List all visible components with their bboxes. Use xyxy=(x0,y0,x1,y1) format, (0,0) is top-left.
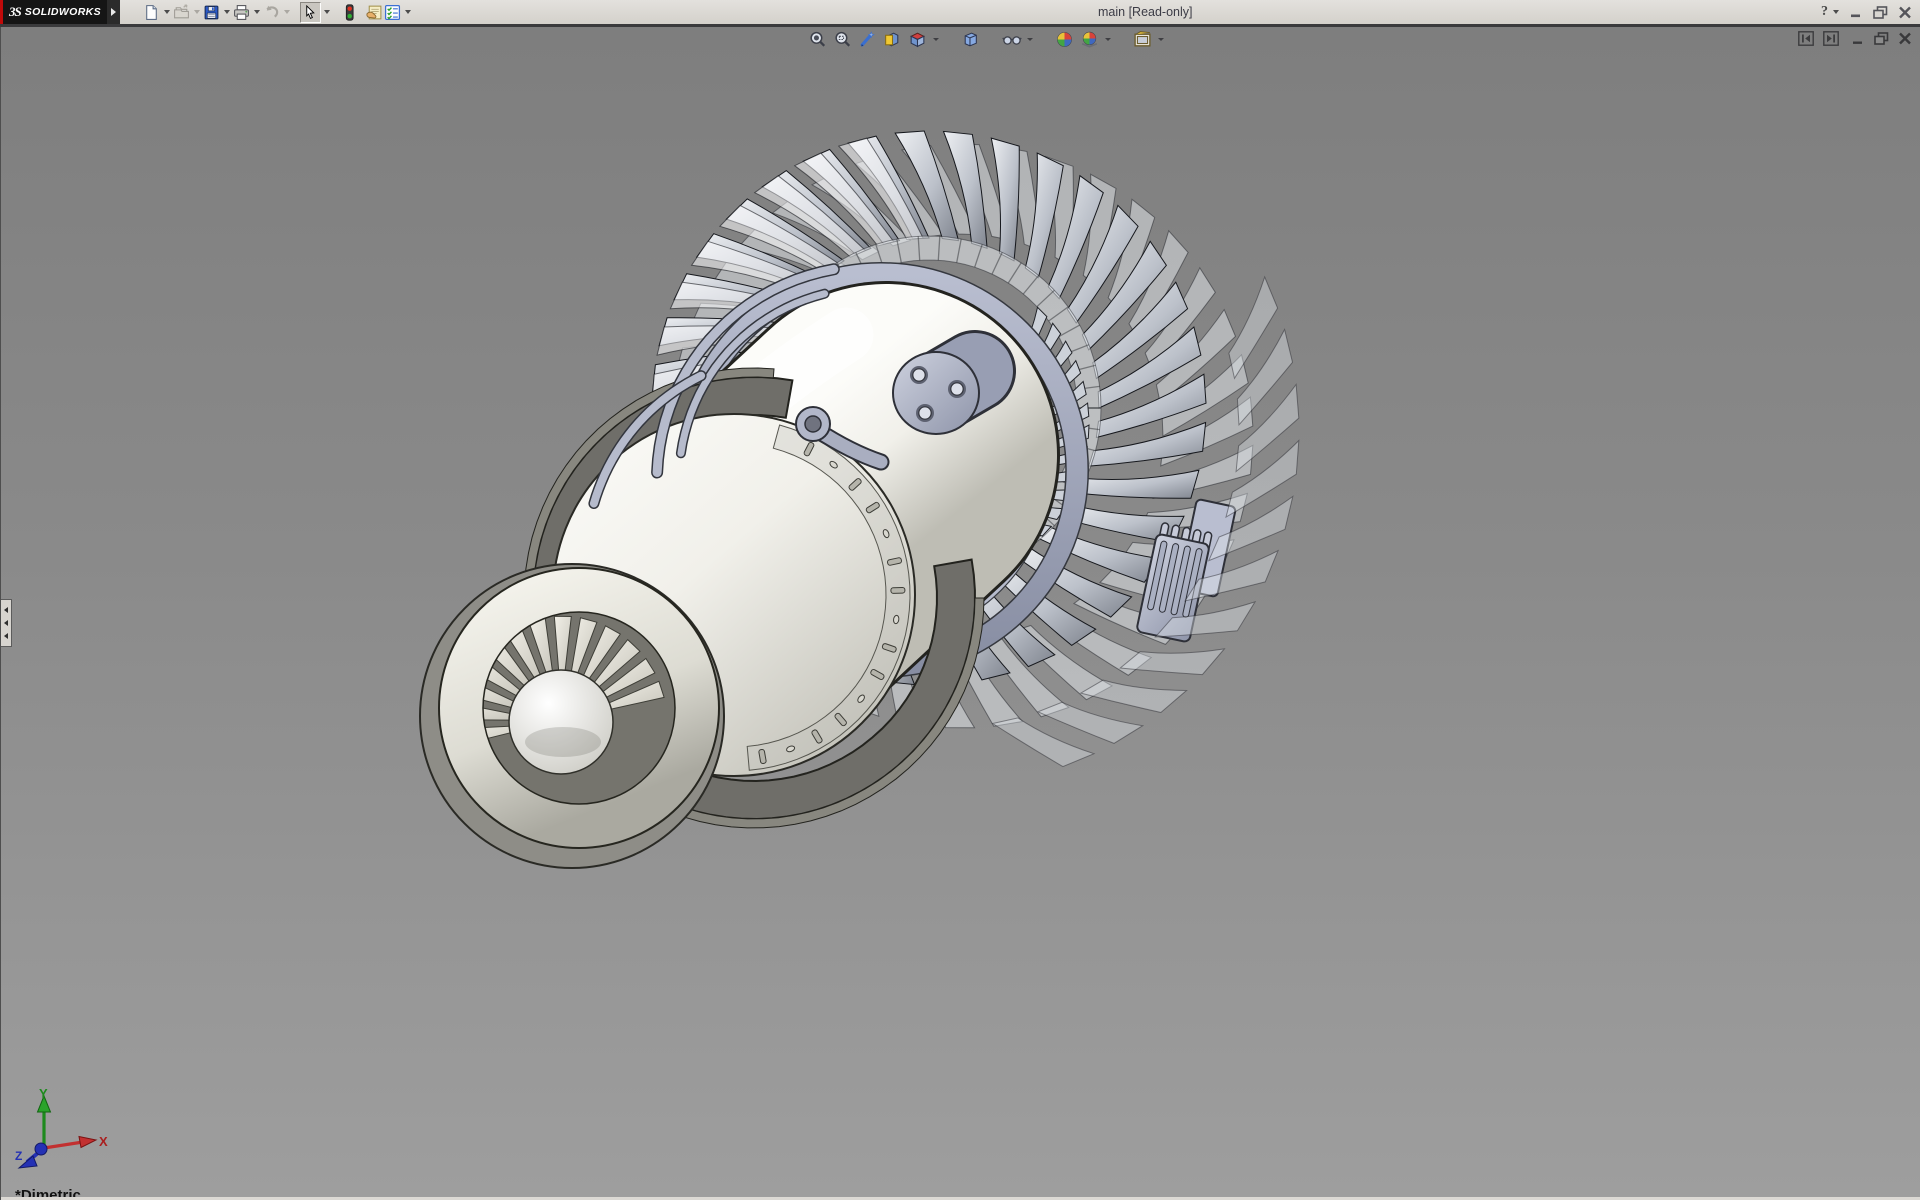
save-button[interactable] xyxy=(202,3,221,22)
restore-button[interactable] xyxy=(1872,4,1889,20)
display-style-button[interactable] xyxy=(960,29,981,49)
edit-appearance-button[interactable] xyxy=(1054,29,1075,49)
appearance-ball-icon xyxy=(1055,30,1074,49)
dassault-3s-logo-icon: 3S xyxy=(9,4,21,20)
title-bar: 3S SOLIDWORKS xyxy=(0,0,1920,27)
headsup-view-toolbar xyxy=(807,29,1165,49)
zoom-to-area-icon xyxy=(833,30,852,49)
triangle-left-icon xyxy=(4,607,8,613)
doc-close-icon xyxy=(1898,32,1912,45)
window-controls: ? xyxy=(1821,2,1913,22)
view-settings-dropdown[interactable] xyxy=(1157,38,1165,41)
section-view-icon xyxy=(883,30,902,49)
open-folder-icon xyxy=(173,4,190,21)
hide-show-items-dropdown[interactable] xyxy=(1026,38,1034,41)
triad-x-label: X xyxy=(99,1134,108,1149)
apply-scene-button[interactable] xyxy=(1079,29,1100,49)
print-button[interactable] xyxy=(232,3,251,22)
orientation-triad: Y X Z xyxy=(11,1088,111,1174)
select-button[interactable] xyxy=(300,2,321,23)
select-dropdown[interactable] xyxy=(321,3,332,22)
view-settings-icon xyxy=(1133,30,1152,49)
solidworks-logo: 3S SOLIDWORKS xyxy=(3,0,107,24)
graphics-viewport[interactable]: Y X Z *Dimetric xyxy=(0,27,1920,1200)
section-view-button[interactable] xyxy=(882,29,903,49)
file-properties-button[interactable] xyxy=(364,3,383,22)
save-floppy-icon xyxy=(203,4,220,21)
menu-expand-button[interactable] xyxy=(107,0,120,24)
panel-arrow-right-icon xyxy=(1823,31,1839,46)
apply-scene-dropdown[interactable] xyxy=(1104,38,1112,41)
close-icon xyxy=(1898,6,1912,19)
collapse-featuremanager-button[interactable] xyxy=(1798,31,1814,51)
print-dropdown[interactable] xyxy=(251,3,262,22)
undo-dropdown[interactable] xyxy=(281,3,292,22)
zoom-to-fit-icon xyxy=(808,30,827,49)
engine-3d-model xyxy=(1,27,1920,1200)
rebuild-button[interactable] xyxy=(340,3,359,22)
save-dropdown[interactable] xyxy=(221,3,232,22)
window-title: main [Read-only] xyxy=(1098,5,1193,19)
doc-restore-icon xyxy=(1874,32,1889,45)
triangle-left-icon xyxy=(4,633,8,639)
hide-show-items-button[interactable] xyxy=(1001,29,1022,49)
doc-minimize-icon xyxy=(1852,33,1865,45)
help-dropdown[interactable] xyxy=(1830,3,1841,22)
view-orientation-button[interactable] xyxy=(907,29,928,49)
document-window-controls xyxy=(1798,31,1912,51)
minimize-icon xyxy=(1850,6,1863,18)
new-document-dropdown[interactable] xyxy=(161,3,172,22)
doc-restore-button[interactable] xyxy=(1874,32,1889,50)
doc-minimize-button[interactable] xyxy=(1852,32,1865,50)
options-checklist-icon xyxy=(384,4,401,21)
display-style-cube-icon xyxy=(961,30,980,49)
view-settings-button[interactable] xyxy=(1132,29,1153,49)
zoom-to-fit-button[interactable] xyxy=(807,29,828,49)
triad-z-label: Z xyxy=(15,1149,22,1163)
standard-toolbar xyxy=(142,2,413,22)
zoom-to-area-button[interactable] xyxy=(832,29,853,49)
file-properties-icon xyxy=(365,4,383,21)
restore-icon xyxy=(1873,6,1888,19)
previous-view-icon xyxy=(858,30,877,49)
apply-scene-icon xyxy=(1080,30,1099,49)
new-document-icon xyxy=(143,4,160,21)
new-document-button[interactable] xyxy=(142,3,161,22)
options-button[interactable] xyxy=(383,3,402,22)
chevron-right-icon xyxy=(111,8,116,16)
featuremanager-collapsed-handle[interactable] xyxy=(1,599,12,647)
brand-name: SOLIDWORKS xyxy=(25,6,101,18)
undo-icon xyxy=(263,4,280,21)
doc-close-button[interactable] xyxy=(1898,32,1912,50)
view-orientation-dropdown[interactable] xyxy=(932,38,940,41)
options-dropdown[interactable] xyxy=(402,3,413,22)
expand-featuremanager-button[interactable] xyxy=(1823,31,1839,51)
previous-view-button[interactable] xyxy=(857,29,878,49)
open-button[interactable] xyxy=(172,3,191,22)
view-orientation-cube-icon xyxy=(908,30,927,49)
glasses-icon xyxy=(1002,30,1022,49)
print-icon xyxy=(233,4,250,21)
help-button[interactable]: ? xyxy=(1821,4,1828,20)
triad-y-label: Y xyxy=(39,1088,48,1101)
open-dropdown[interactable] xyxy=(191,3,202,22)
triangle-left-icon xyxy=(4,620,8,626)
close-button[interactable] xyxy=(1896,4,1913,20)
select-cursor-icon xyxy=(303,5,318,20)
traffic-light-icon xyxy=(342,4,357,21)
panel-arrow-left-icon xyxy=(1798,31,1814,46)
minimize-button[interactable] xyxy=(1848,4,1865,20)
undo-button[interactable] xyxy=(262,3,281,22)
